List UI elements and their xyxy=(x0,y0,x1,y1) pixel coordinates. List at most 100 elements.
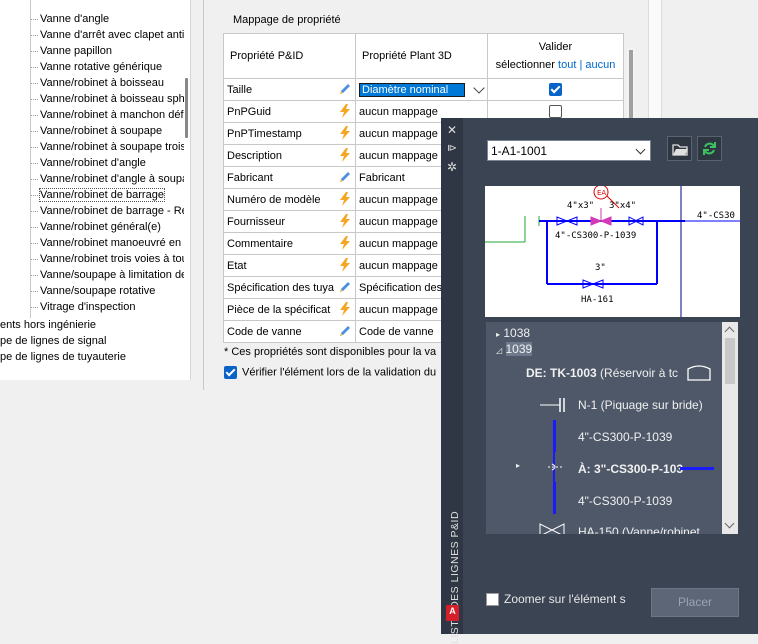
mapping-row[interactable]: Taille Diamètre nominal xyxy=(223,78,624,101)
zoom-checkbox-box[interactable] xyxy=(486,593,499,607)
tree-item[interactable]: Vanne/soupape à limitation de xyxy=(0,267,187,283)
tree-item[interactable]: Vanne/robinet d'angle xyxy=(0,155,146,171)
pid-property-label: PnPTimestamp xyxy=(227,127,302,140)
chevron-down-icon[interactable] xyxy=(473,82,485,94)
tree-item[interactable]: Vanne/robinet à manchon défo xyxy=(0,107,190,123)
close-icon[interactable]: ✕ xyxy=(445,123,459,137)
tree-root-item[interactable]: pe de lignes de tuyauterie xyxy=(0,349,126,365)
pid-property-cell[interactable]: Numéro de modèle xyxy=(223,188,356,211)
tree-item-label: Vanne/soupape à limitation de xyxy=(40,269,188,281)
pid-property-cell[interactable]: Taille xyxy=(223,78,356,101)
pid-property-cell[interactable]: Fabricant xyxy=(223,166,356,189)
tree-item[interactable]: Vanne/robinet à boisseau sphé xyxy=(0,91,190,107)
tree-item[interactable]: Vanne/robinet à boisseau xyxy=(0,75,164,91)
zoom-checkbox[interactable]: Zoomer sur l'élément s xyxy=(486,592,626,607)
tree-item[interactable]: Vanne/robinet de barrage xyxy=(0,187,165,203)
tree-item[interactable]: Vanne/robinet général(e) xyxy=(0,219,161,235)
properties-icon[interactable]: ✲ xyxy=(445,160,459,174)
column-header-validate: Valider sélectionner tout | aucun xyxy=(487,33,624,79)
tree-item[interactable]: Vanne/robinet trois voies à tou xyxy=(0,251,188,267)
tree-scrollbar-thumb[interactable] xyxy=(185,78,188,138)
tree-item-label: Vanne/soupape rotative xyxy=(40,285,156,297)
preview-3in-label: 3" xyxy=(595,263,606,273)
open-folder-button[interactable] xyxy=(667,136,692,161)
tree-branch-line xyxy=(31,210,38,212)
tree-branch-line xyxy=(31,34,38,36)
tree-item[interactable]: Vanne rotative générique xyxy=(0,59,162,75)
verify-checkbox-box[interactable] xyxy=(224,366,237,379)
pid-property-cell[interactable]: PnPTimestamp xyxy=(223,122,356,145)
expand-arrow-icon[interactable]: ▸ xyxy=(516,461,520,470)
tank-icon xyxy=(687,365,711,381)
list-pipe-item-2[interactable]: 4"-CS300-P-1039 xyxy=(578,494,672,508)
list-scrollbar-thumb[interactable] xyxy=(725,338,735,384)
select-none-link[interactable]: aucun xyxy=(585,59,615,71)
validate-checkbox[interactable] xyxy=(549,105,562,118)
list-scrollbar[interactable] xyxy=(722,322,738,534)
valve-icon xyxy=(539,523,565,534)
pid-property-cell[interactable]: Spécification des tuya xyxy=(223,276,356,299)
column-header-pid-property[interactable]: Propriété P&ID xyxy=(223,33,356,79)
preview-line-label: 4"-CS300-P-1039 xyxy=(555,231,636,241)
list-nozzle-item[interactable]: N-1 (Piquage sur bride) xyxy=(578,398,703,412)
list-from-item[interactable]: DE: TK-1003 (Réservoir à tc xyxy=(526,366,678,380)
pid-property-label: PnPGuid xyxy=(227,105,272,118)
tree-item[interactable]: Vanne/robinet à soupape trois xyxy=(0,139,186,155)
pid-property-cell[interactable]: PnPGuid xyxy=(223,100,356,123)
tree-item-label: Vanne/robinet général(e) xyxy=(40,221,161,233)
verify-checkbox[interactable]: Vérifier l'élément lors de la validation… xyxy=(224,366,436,379)
validate-checkbox[interactable] xyxy=(549,83,562,96)
column-header-plant-property[interactable]: Propriété Plant 3D xyxy=(355,33,488,79)
tree-item[interactable]: Vanne/robinet de barrage - Ré xyxy=(0,203,188,219)
tree-item[interactable]: Vanne d'arrêt avec clapet anti- xyxy=(0,27,188,43)
select-all-link[interactable]: tout xyxy=(558,59,576,71)
palette-title-bar[interactable]: ✕ ⧐ ✲ LISTE DES LIGNES P&ID A xyxy=(441,118,463,644)
list-to-item[interactable]: À: 3"-CS300-P-103 xyxy=(578,462,683,476)
pid-property-cell[interactable]: Pièce de la spécificat xyxy=(223,298,356,321)
zoom-checkbox-label: Zoomer sur l'élément s xyxy=(504,592,626,606)
list-group-1038[interactable]: ▸ 1038 xyxy=(496,326,530,340)
validate-cell[interactable] xyxy=(487,78,624,101)
grid-scrollbar-thumb[interactable] xyxy=(629,50,633,120)
tree-item[interactable]: Vanne/soupape rotative xyxy=(0,283,155,299)
preview-label-3x4: 3"x4" xyxy=(609,201,636,211)
tree-branch-line xyxy=(31,130,38,132)
pid-property-label: Code de vanne xyxy=(227,325,302,338)
tree-item[interactable]: Vanne/robinet d'angle à soupa xyxy=(0,171,188,187)
pid-property-cell[interactable]: Commentaire xyxy=(223,232,356,255)
tree-item[interactable]: Vanne/robinet à soupape xyxy=(0,123,162,139)
plant-property-combo[interactable]: Diamètre nominal xyxy=(359,82,465,97)
tree-item[interactable]: Vitrage d'inspection xyxy=(0,299,135,315)
tree-item[interactable]: Vanne papillon xyxy=(0,43,112,59)
list-valve-item[interactable]: HA-150 (Vanne/robinet xyxy=(578,525,700,534)
tree-branch-line xyxy=(31,114,38,116)
reducer-icon xyxy=(548,452,564,482)
pid-property-cell[interactable]: Code de vanne xyxy=(223,320,356,343)
validate-select-label: sélectionner xyxy=(495,59,555,71)
pid-property-label: Fabricant xyxy=(227,171,273,184)
list-pipe-item-1[interactable]: 4"-CS300-P-1039 xyxy=(578,430,672,444)
plant-property-cell[interactable]: Diamètre nominal xyxy=(355,78,488,101)
tree-item[interactable]: Vanne d'angle xyxy=(0,11,109,27)
plant-property-value: Spécification des xyxy=(359,281,443,294)
scroll-down-icon[interactable] xyxy=(724,518,735,529)
plant-property-value: Fabricant xyxy=(359,171,405,184)
place-button[interactable]: Placer xyxy=(651,588,739,617)
pid-property-cell[interactable]: Etat xyxy=(223,254,356,277)
tree-item[interactable]: Vanne/robinet manoeuvré en c xyxy=(0,235,190,251)
line-number-combo[interactable]: 1-A1-1001 xyxy=(487,140,651,161)
preview-ha-label: HA-161 xyxy=(581,295,614,305)
verify-checkbox-label: Vérifier l'élément lors de la validation… xyxy=(242,366,437,379)
tree-scrollbar[interactable] xyxy=(184,0,190,380)
autohide-icon[interactable]: ⧐ xyxy=(445,142,459,156)
tree-root-item[interactable]: pe de lignes de signal xyxy=(0,333,106,349)
pid-property-cell[interactable]: Description xyxy=(223,144,356,167)
tree-root-item[interactable]: ents hors ingénierie xyxy=(0,317,96,333)
list-group-1039[interactable]: ◿ 1039 xyxy=(496,342,533,356)
tree-item-label: Vitrage d'inspection xyxy=(40,301,136,313)
tree-item-label: Vanne/robinet trois voies à tou xyxy=(40,253,188,265)
pid-property-cell[interactable]: Fournisseur xyxy=(223,210,356,233)
scroll-up-icon[interactable] xyxy=(724,326,735,337)
preview-tag-label: EA xyxy=(597,189,606,197)
refresh-button[interactable] xyxy=(697,136,722,161)
